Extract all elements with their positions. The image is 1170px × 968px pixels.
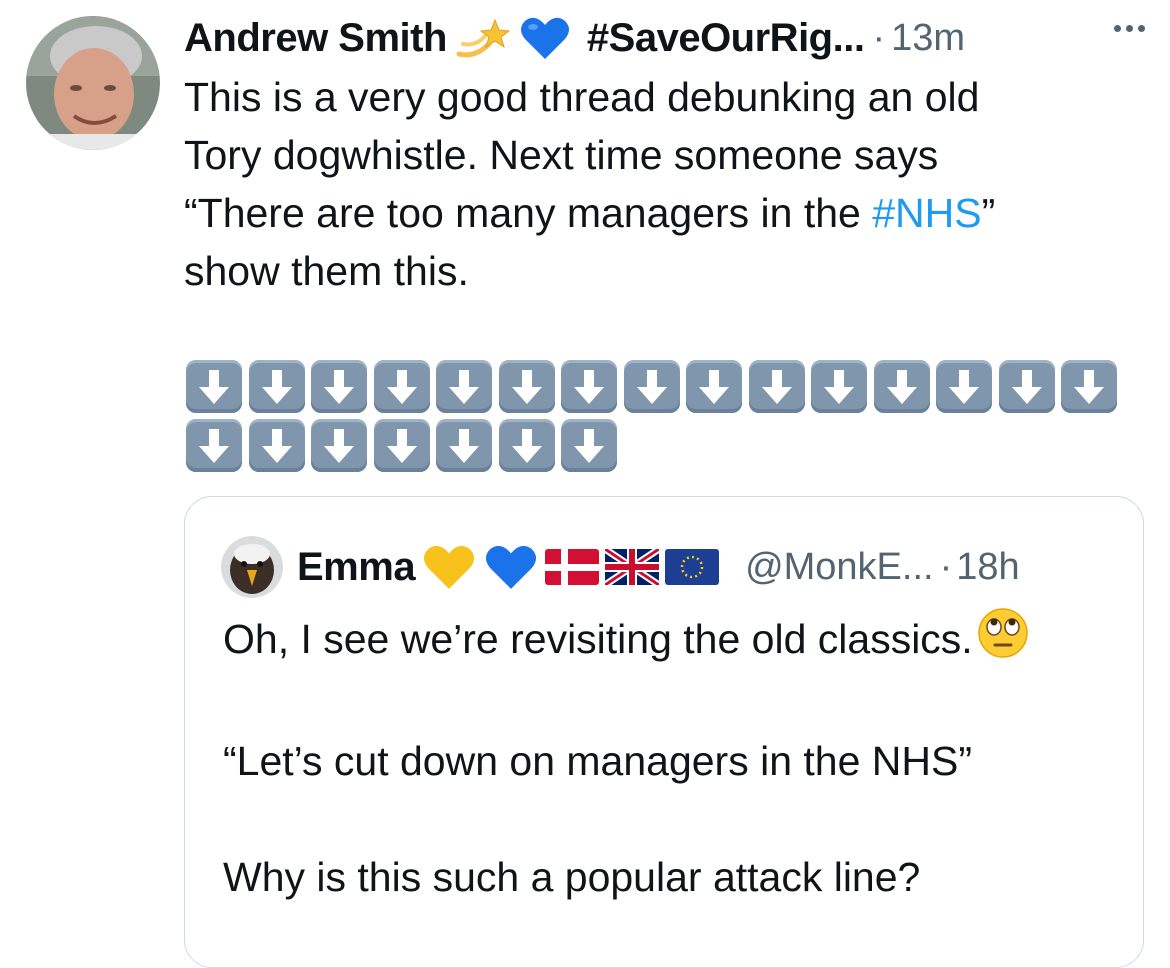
quote-header: Emma @MonkE... · 18h: [221, 536, 1020, 598]
quote-line: Oh, I see we’re revisiting the old class…: [223, 607, 1123, 674]
author-name[interactable]: Andrew Smith: [184, 16, 447, 61]
uk-flag-icon: [605, 549, 660, 585]
arrow-row: [186, 360, 1126, 413]
down-arrow-icon: [186, 360, 242, 413]
tweet-line: This is a very good thread debunking an …: [184, 74, 980, 120]
down-arrow-icon: [498, 419, 555, 472]
down-arrow-icon: [248, 419, 305, 472]
tweet-line: Tory dogwhistle. Next time someone says: [184, 132, 939, 178]
separator-dot: ·: [939, 545, 953, 588]
down-arrow-icon: [311, 419, 367, 472]
closing-quote: ”: [981, 190, 996, 236]
dizzy-star-icon: [455, 14, 511, 62]
down-arrow-icon: [436, 419, 492, 472]
down-arrow-icon: [1061, 360, 1117, 413]
eu-flag-icon: [665, 549, 720, 585]
tweet-text: This is a very good thread debunking an …: [184, 68, 1144, 300]
quote-line: “Let’s cut down on managers in the NHS”: [223, 738, 973, 784]
down-arrow-icon: [686, 360, 742, 413]
down-arrow-icon: [936, 360, 992, 413]
down-arrow-icon: [873, 360, 930, 413]
eye-roll-icon: [977, 607, 1029, 674]
down-arrow-icon: [436, 360, 492, 413]
down-arrow-icon: [248, 360, 305, 413]
more-options-icon[interactable]: [1114, 18, 1156, 38]
down-arrow-icon: [373, 419, 430, 472]
down-arrow-icon: [623, 360, 680, 413]
down-arrow-icon: [373, 360, 430, 413]
quote-author-handle: @MonkE...: [745, 545, 934, 588]
quote-time: 18h: [956, 545, 1020, 588]
denmark-flag-icon: [545, 549, 600, 585]
quote-line: Why is this such a popular attack line?: [223, 854, 921, 900]
down-arrow-icon: [311, 360, 367, 413]
blue-heart-icon: [519, 15, 571, 61]
tweet-time[interactable]: 13m: [891, 17, 965, 60]
arrow-row: [186, 419, 1126, 472]
separator-dot: ·: [872, 16, 886, 59]
down-arrow-icon: [561, 419, 617, 472]
quote-text: Oh, I see we’re revisiting the old class…: [223, 607, 1123, 906]
down-arrow-icon: [748, 360, 805, 413]
author-tag: #SaveOurRig...: [586, 15, 865, 60]
tweet-line: show them this.: [184, 248, 469, 294]
yellow-heart-icon: [421, 543, 477, 591]
tweet-header: Andrew Smith #SaveOurRig... · 13m: [184, 10, 1150, 66]
down-arrow-icon: [186, 419, 242, 472]
down-arrow-icon: [561, 360, 617, 413]
arrow-emoji-rows: [186, 360, 1126, 478]
down-arrow-icon: [498, 360, 555, 413]
author-avatar[interactable]: [26, 16, 160, 150]
blue-heart-icon: [483, 543, 539, 591]
quoted-tweet-card[interactable]: Emma @MonkE... · 18h Oh, I see we’re rev…: [184, 496, 1144, 968]
quote-author-name: Emma: [297, 544, 416, 589]
quote-author-avatar: [221, 536, 283, 598]
tweet-line: “There are too many managers in the #NHS…: [184, 184, 1144, 242]
down-arrow-icon: [998, 360, 1055, 413]
tweet-line-text: “There are too many managers in the: [184, 190, 873, 236]
hashtag-link[interactable]: #NHS: [872, 190, 981, 236]
down-arrow-icon: [811, 360, 867, 413]
quote-line-text: Oh, I see we’re revisiting the old class…: [223, 616, 973, 662]
